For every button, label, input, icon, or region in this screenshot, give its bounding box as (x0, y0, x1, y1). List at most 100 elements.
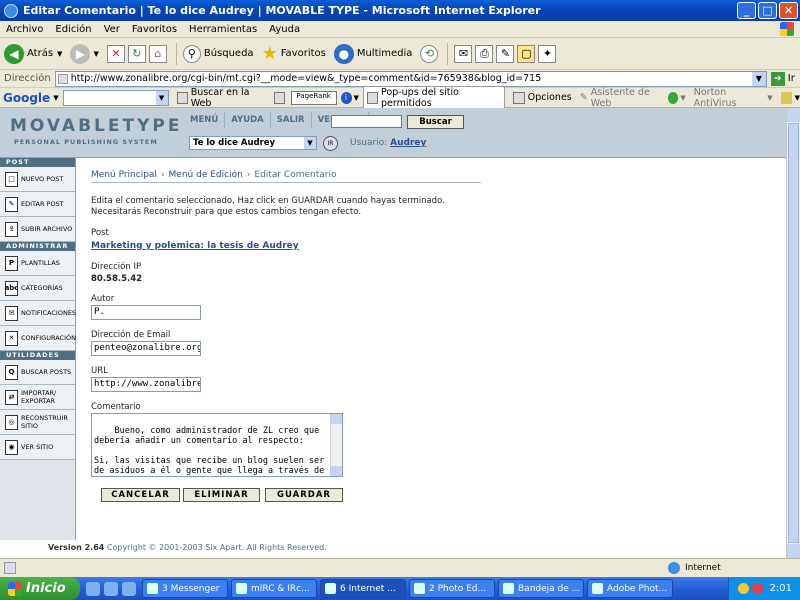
media-icon: ● (333, 43, 354, 64)
sidebar-item-view-site[interactable]: ◉ VER SITIO (0, 435, 75, 460)
sidebar-item-templates[interactable]: P PLANTILLAS (0, 251, 75, 276)
clock[interactable]: 2:01 (770, 583, 792, 594)
search-web-button[interactable]: Buscar en la Web (176, 87, 266, 109)
comment-label: Comentario (91, 402, 141, 412)
popup-blocker-button[interactable]: Pop-ups del sitio permitidos (362, 85, 505, 110)
sidebar-item-categories[interactable]: abc CATEGORÍAS (0, 276, 75, 301)
desktop-icon[interactable] (104, 581, 118, 596)
forward-button[interactable]: ▶ ▼ (70, 43, 99, 64)
upload-icon: ⇪ (5, 221, 18, 237)
refresh-icon[interactable]: ↻ (127, 44, 146, 63)
media-button[interactable]: ● Multimedia (333, 43, 412, 64)
menu-ayuda[interactable]: Ayuda (263, 24, 306, 35)
page-scrollbar[interactable] (786, 108, 800, 558)
save-button[interactable]: GUARDAR (265, 488, 343, 502)
norton-icon[interactable] (780, 91, 792, 104)
mt-search-button[interactable]: Buscar (407, 115, 464, 129)
minimize-button[interactable]: _ (737, 2, 756, 19)
chevron-down-icon[interactable]: ▼ (795, 94, 800, 102)
google-logo[interactable]: Google (0, 91, 53, 105)
ie-icon[interactable] (86, 581, 100, 596)
discuss-icon[interactable]: ▢ (517, 44, 536, 63)
close-button[interactable]: ✕ (779, 2, 798, 19)
media-player-icon[interactable] (122, 581, 136, 596)
chevron-down-icon[interactable]: ▼ (354, 94, 359, 102)
nav-menu[interactable]: MENÚ (184, 112, 226, 128)
nav-logout[interactable]: SALIR (271, 112, 312, 128)
chevron-down-icon[interactable]: ▼ (53, 94, 58, 102)
tray-icon[interactable] (737, 583, 749, 594)
scroll-thumb[interactable] (788, 123, 799, 543)
maximize-button[interactable]: □ (758, 2, 777, 19)
author-field[interactable]: P. (91, 305, 201, 320)
breadcrumb-home[interactable]: Menú Principal (91, 170, 157, 180)
edit-icon[interactable]: ✎ (496, 44, 515, 63)
url-field[interactable]: http://www.zonalibre (91, 377, 201, 392)
messenger-icon[interactable]: ✦ (538, 44, 557, 63)
forward-arrow-icon: ▶ (70, 43, 91, 64)
breadcrumb-edit-menu[interactable]: Menú de Edición (169, 170, 243, 180)
window-title-bar[interactable]: Editar Comentario | Te lo dice Audrey | … (0, 0, 800, 21)
menu-archivo[interactable]: Archivo (0, 24, 49, 35)
delete-button[interactable]: ELIMINAR (183, 488, 260, 502)
site-assistant-button[interactable]: ✎ Asistente de Web ▼ (580, 87, 686, 109)
history-icon[interactable]: ⟲ (420, 44, 439, 63)
info-icon[interactable]: i (340, 91, 352, 104)
comment-textarea[interactable]: Bueno, como administrador de ZL creo que… (91, 413, 343, 477)
task-mirc[interactable]: mIRC & IRc... (231, 579, 317, 598)
favorites-button[interactable]: ★ Favoritos (262, 43, 326, 64)
photo-editor-icon (414, 583, 425, 594)
options-button[interactable]: Opciones (512, 91, 572, 104)
sidebar-item-configuration[interactable]: ✕ CONFIGURACIÓN (0, 326, 76, 351)
home-icon[interactable]: ⌂ (148, 44, 167, 63)
menu-ver[interactable]: Ver (98, 24, 126, 35)
sidebar-item-notifications[interactable]: ✉ NOTIFICACIONES (0, 301, 76, 326)
status-bar: Internet (0, 558, 800, 577)
antivirus-button[interactable]: Norton AntiVirus ▼ (694, 87, 773, 109)
nav-help[interactable]: AYUDA (225, 112, 271, 128)
google-search-input[interactable]: ▼ (62, 89, 169, 106)
print-icon[interactable]: ⎙ (475, 44, 494, 63)
user-link[interactable]: Audrey (390, 138, 426, 148)
sidebar-item-new-post[interactable]: □ NUEVO POST (0, 167, 75, 192)
chevron-down-icon[interactable]: ▼ (155, 90, 168, 105)
news-icon[interactable] (273, 91, 285, 104)
stop-icon[interactable]: ✕ (106, 44, 125, 63)
task-photoshop[interactable]: Adobe Phot... (587, 579, 673, 598)
go-arrow-icon[interactable]: ➔ (770, 71, 785, 86)
mail-icon[interactable]: ✉ (454, 44, 473, 63)
menu-favoritos[interactable]: Favoritos (126, 24, 183, 35)
task-messenger[interactable]: 3 Messenger (142, 579, 228, 598)
task-internet[interactable]: 6 Internet ... (320, 579, 406, 598)
mt-search-input[interactable] (331, 115, 402, 128)
go-button[interactable]: Ir (788, 73, 795, 84)
chevron-down-icon: ▼ (57, 49, 63, 58)
page-footer: Version 2.64 Copyright © 2001-2003 Six A… (48, 543, 327, 552)
task-photo-editor[interactable]: 2 Photo Ed... (409, 579, 495, 598)
cancel-button[interactable]: CANCELAR (101, 488, 180, 502)
menu-edicion[interactable]: Edición (49, 24, 97, 35)
start-button[interactable]: Inicio (0, 577, 80, 600)
address-input[interactable]: http://www.zonalibre.org/cgi-bin/mt.cgi?… (54, 70, 767, 87)
scroll-down-icon[interactable] (787, 544, 800, 558)
sidebar-header-utilities: UTILIDADES (0, 351, 75, 360)
blog-select[interactable]: Te lo dice Audrey ▼ (189, 136, 317, 150)
sidebar-item-upload[interactable]: ⇪ SUBIR ARCHIVO (0, 217, 75, 242)
blog-go-button[interactable]: IR (323, 136, 338, 151)
email-field[interactable]: penteo@zonalibre.org (91, 341, 201, 356)
chevron-down-icon[interactable]: ▼ (751, 71, 766, 86)
author-label: Autor (91, 294, 115, 304)
sidebar-item-edit-post[interactable]: ✎ EDITAR POST (0, 192, 75, 217)
sidebar-item-rebuild[interactable]: ◎ RECONSTRUIR SITIO (0, 410, 75, 435)
search-button[interactable]: ⚲ Búsqueda (182, 44, 254, 63)
task-inbox[interactable]: Bandeja de ... (498, 579, 584, 598)
tray-icon[interactable] (751, 583, 763, 594)
textarea-scrollbar[interactable] (330, 414, 342, 476)
scroll-up-icon[interactable] (787, 108, 800, 122)
sidebar-item-import-export[interactable]: ⇄ IMPORTAR/ EXPORTAR (0, 385, 75, 410)
sidebar-item-search-posts[interactable]: Q BUSCAR POSTS (0, 360, 75, 385)
page-status-icon (4, 562, 16, 574)
back-button[interactable]: ◀ Atrás ▼ (4, 43, 63, 64)
post-link[interactable]: Marketing y polemica: la tesis de Audrey (91, 241, 299, 251)
menu-herramientas[interactable]: Herramientas (183, 24, 263, 35)
